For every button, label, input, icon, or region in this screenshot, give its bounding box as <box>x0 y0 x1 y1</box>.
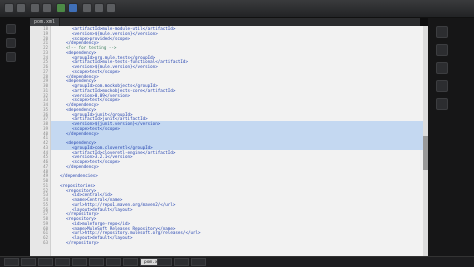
tool-icon[interactable] <box>6 38 16 48</box>
taskbar-item[interactable] <box>38 258 53 266</box>
code-editor[interactable]: 18 19 20 21 22 23 24 25 26 27 28 29 30 31 32 33 34 35 36 37… <box>30 26 428 256</box>
taskbar-item[interactable] <box>72 258 87 266</box>
panel-icon[interactable] <box>436 62 448 74</box>
taskbar-item[interactable] <box>55 258 70 266</box>
ide-window: pom.xml 18 19 20 21 22 23 24 25 26 27 28 29 30 31 32 33… <box>0 0 474 267</box>
save-icon[interactable] <box>16 3 26 13</box>
code-line: </dependencies> <box>60 173 98 179</box>
settings-icon[interactable] <box>106 3 116 13</box>
redo-icon[interactable] <box>42 3 52 13</box>
code-line: </dependency> <box>66 130 99 136</box>
taskbar-item[interactable] <box>4 258 19 266</box>
taskbar-item[interactable] <box>123 258 138 266</box>
left-tool-strip <box>0 18 30 256</box>
debug-icon[interactable] <box>68 3 78 13</box>
panel-icon[interactable] <box>436 44 448 56</box>
tool-icon[interactable] <box>6 24 16 34</box>
build-icon[interactable] <box>82 3 92 13</box>
taskbar-item[interactable] <box>106 258 121 266</box>
taskbar-item[interactable] <box>174 258 189 266</box>
tool-icon[interactable] <box>6 52 16 62</box>
line-number: 63 <box>43 239 48 245</box>
run-icon[interactable] <box>56 3 66 13</box>
taskbar-item[interactable] <box>21 258 36 266</box>
search-icon[interactable] <box>94 3 104 13</box>
taskbar-item[interactable] <box>89 258 104 266</box>
taskbar: pom.xml <box>0 256 474 267</box>
panel-icon[interactable] <box>436 98 448 110</box>
panel-icon[interactable] <box>436 80 448 92</box>
code-line: </dependency> <box>66 163 99 169</box>
line-number-gutter: 18 19 20 21 22 23 24 25 26 27 28 29 30 31 32 33 34 35 36 37… <box>30 26 51 256</box>
main-toolbar <box>0 0 474 18</box>
right-tool-panel <box>428 18 474 256</box>
undo-icon[interactable] <box>30 3 40 13</box>
taskbar-item[interactable] <box>191 258 206 266</box>
editor-tab-pom[interactable]: pom.xml <box>30 18 61 26</box>
file-icon[interactable] <box>4 3 14 13</box>
panel-icon[interactable] <box>436 26 448 38</box>
taskbar-item[interactable] <box>157 258 172 266</box>
editor-tab-strip: pom.xml <box>30 18 420 26</box>
code-line: </repository> <box>66 239 99 245</box>
